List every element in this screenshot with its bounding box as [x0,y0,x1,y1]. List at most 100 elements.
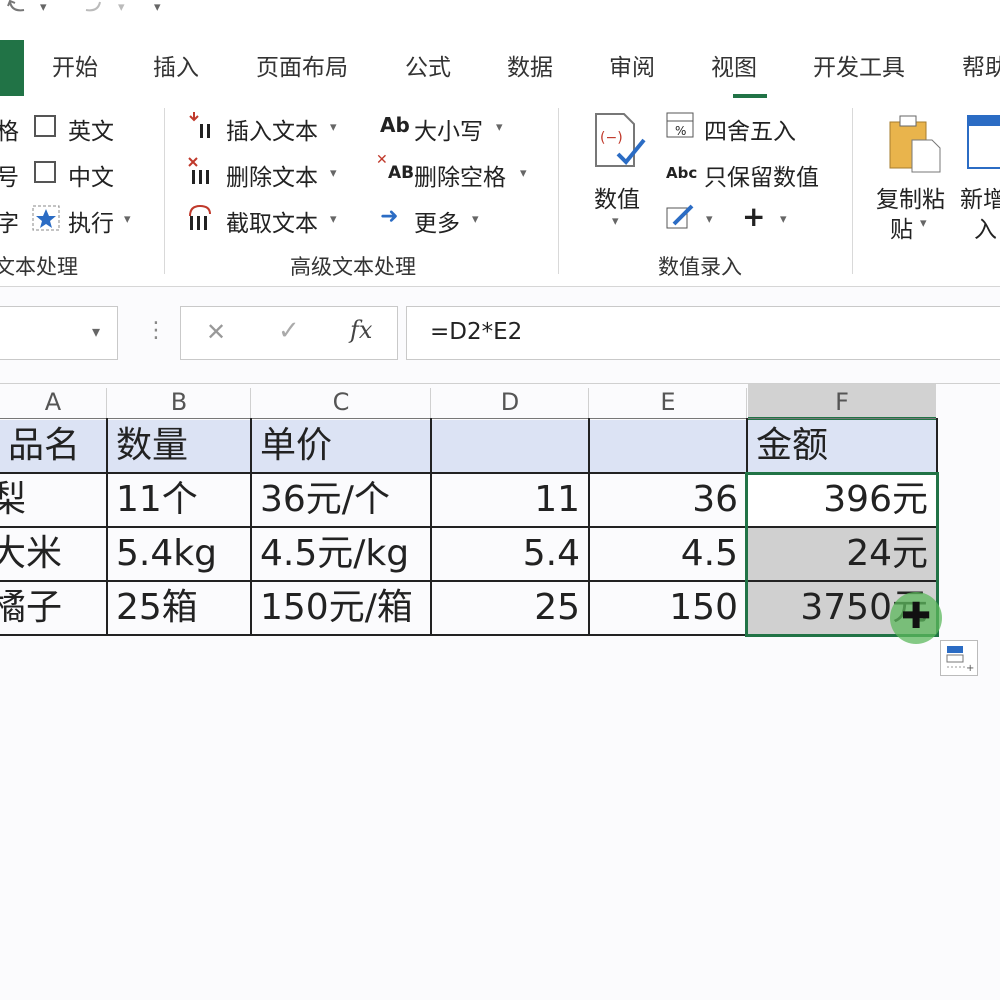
cell-f1[interactable]: 金额 [748,420,936,472]
case-icon[interactable]: Ab [380,113,410,137]
remove-spaces-label[interactable]: 删除空格 [414,158,506,192]
cell-a3[interactable]: 大米 [0,528,106,580]
group1-item-1[interactable]: 格 [0,112,19,146]
quick-access-toolbar: ▾ ▾ ▾ [0,0,1000,22]
cell-a2[interactable]: 梨 [0,474,106,526]
new-insert-line2[interactable]: 入 [974,210,997,244]
execute-label[interactable]: 执行 [68,204,114,238]
tab-formulas[interactable]: 公式 [405,48,451,82]
extract-text-label[interactable]: 截取文本 [226,204,318,238]
cell-a1[interactable]: 品名 [0,420,106,472]
copy-paste-line1[interactable]: 复制粘 [876,180,945,214]
tab-data[interactable]: 数据 [507,48,553,82]
tab-page-layout[interactable]: 页面布局 [256,48,348,82]
tab-insert[interactable]: 插入 [153,48,199,82]
copy-paste-line2[interactable]: 贴 [890,210,913,244]
extract-text-dropdown-icon[interactable]: ▾ [330,212,337,227]
execute-dropdown-icon[interactable]: ▾ [124,212,131,227]
undo-icon[interactable] [6,0,32,16]
cell-a4[interactable]: 橘子 [0,582,106,634]
cell-d3[interactable]: 5.4 [432,528,588,580]
customize-toolbar-icon[interactable]: ▾ [154,0,161,15]
tab-help[interactable]: 帮助 [962,48,1000,82]
redo-icon[interactable] [78,0,104,16]
svg-text:(−): (−) [600,130,623,146]
remove-spaces-icon[interactable]: AB [388,163,414,183]
cell-b4[interactable]: 25箱 [108,582,250,634]
group1-item-3[interactable]: 字 [0,204,19,238]
cell-b2[interactable]: 11个 [108,474,250,526]
keep-values-icon[interactable]: Abc [666,164,697,182]
column-header-d[interactable]: D [432,384,588,420]
column-header-b[interactable]: B [108,384,250,420]
extract-text-icon[interactable] [186,202,220,232]
new-insert-icon[interactable] [966,112,1000,174]
name-box-dropdown-icon[interactable]: ▾ [92,322,100,341]
file-tab[interactable] [0,40,24,96]
cell-c1[interactable]: 单价 [252,420,430,472]
cell-e2[interactable]: 36 [590,474,746,526]
cell-e1[interactable] [590,420,746,472]
insert-text-label[interactable]: 插入文本 [226,112,318,146]
english-checkbox[interactable] [34,115,56,137]
cell-c4[interactable]: 150元/箱 [252,582,430,634]
column-header-a[interactable]: A [0,384,106,420]
more-dropdown-icon[interactable]: ▾ [472,212,479,227]
cancel-icon[interactable]: ✕ [206,318,226,346]
add-dropdown-icon[interactable]: ▾ [780,212,787,227]
cell-b1[interactable]: 数量 [108,420,250,472]
svg-text:+: + [966,663,974,674]
more-label[interactable]: 更多 [414,204,460,238]
tab-developer[interactable]: 开发工具 [813,48,905,82]
undo-dropdown-icon[interactable]: ▾ [40,0,47,15]
column-header-c[interactable]: C [252,384,430,420]
add-icon[interactable]: + [742,200,765,233]
case-label[interactable]: 大小写 [414,112,483,146]
new-insert-line1[interactable]: 新增 [960,180,1000,214]
delete-text-dropdown-icon[interactable]: ▾ [330,166,337,181]
tab-home[interactable]: 开始 [52,48,98,82]
insert-text-icon[interactable] [186,110,220,140]
cell-d1[interactable] [432,420,588,472]
cell-d2[interactable]: 11 [432,474,588,526]
round-label[interactable]: 四舍五入 [704,112,796,146]
tab-review[interactable]: 审阅 [609,48,655,82]
edit-pencil-icon[interactable] [664,202,698,232]
delete-text-label[interactable]: 删除文本 [226,158,318,192]
quick-analysis-button[interactable]: + [940,640,978,676]
delete-text-icon[interactable] [186,156,220,186]
formula-text[interactable]: =D2*E2 [430,319,522,345]
group3-label: 数值录入 [658,255,742,279]
formula-bar-splitter[interactable]: ⋮ [145,318,167,343]
edit-dropdown-icon[interactable]: ▾ [706,212,713,227]
tab-view[interactable]: 视图 [711,48,757,82]
arrow-right-icon[interactable]: ➜ [380,204,398,229]
value-label[interactable]: 数值 [594,180,640,214]
redo-dropdown-icon[interactable]: ▾ [118,0,125,15]
column-header-e[interactable]: E [590,384,746,420]
value-icon[interactable]: (−) [590,110,646,172]
clipboard-icon[interactable] [884,112,944,174]
name-box[interactable] [0,306,118,360]
copy-paste-dropdown-icon[interactable]: ▾ [920,216,927,231]
group-separator [558,108,559,274]
cell-c3[interactable]: 4.5元/kg [252,528,430,580]
group1-item-2[interactable]: 号 [0,158,19,192]
enter-icon[interactable]: ✓ [278,316,300,346]
cell-e3[interactable]: 4.5 [590,528,746,580]
remove-spaces-dropdown-icon[interactable]: ▾ [520,166,527,181]
cell-d4[interactable]: 25 [432,582,588,634]
cell-e4[interactable]: 150 [590,582,746,634]
execute-button[interactable] [30,203,62,233]
chinese-checkbox[interactable] [34,161,56,183]
insert-function-icon[interactable]: fx [350,316,372,344]
cell-c2[interactable]: 36元/个 [252,474,430,526]
column-header-f[interactable]: F [748,384,936,420]
remove-spaces-x-icon: ✕ [376,152,388,168]
insert-text-dropdown-icon[interactable]: ▾ [330,120,337,135]
value-dropdown-icon[interactable]: ▾ [612,214,619,229]
keep-values-label[interactable]: 只保留数值 [704,158,819,192]
round-icon[interactable]: % [664,110,696,140]
case-dropdown-icon[interactable]: ▾ [496,120,503,135]
cell-b3[interactable]: 5.4kg [108,528,250,580]
